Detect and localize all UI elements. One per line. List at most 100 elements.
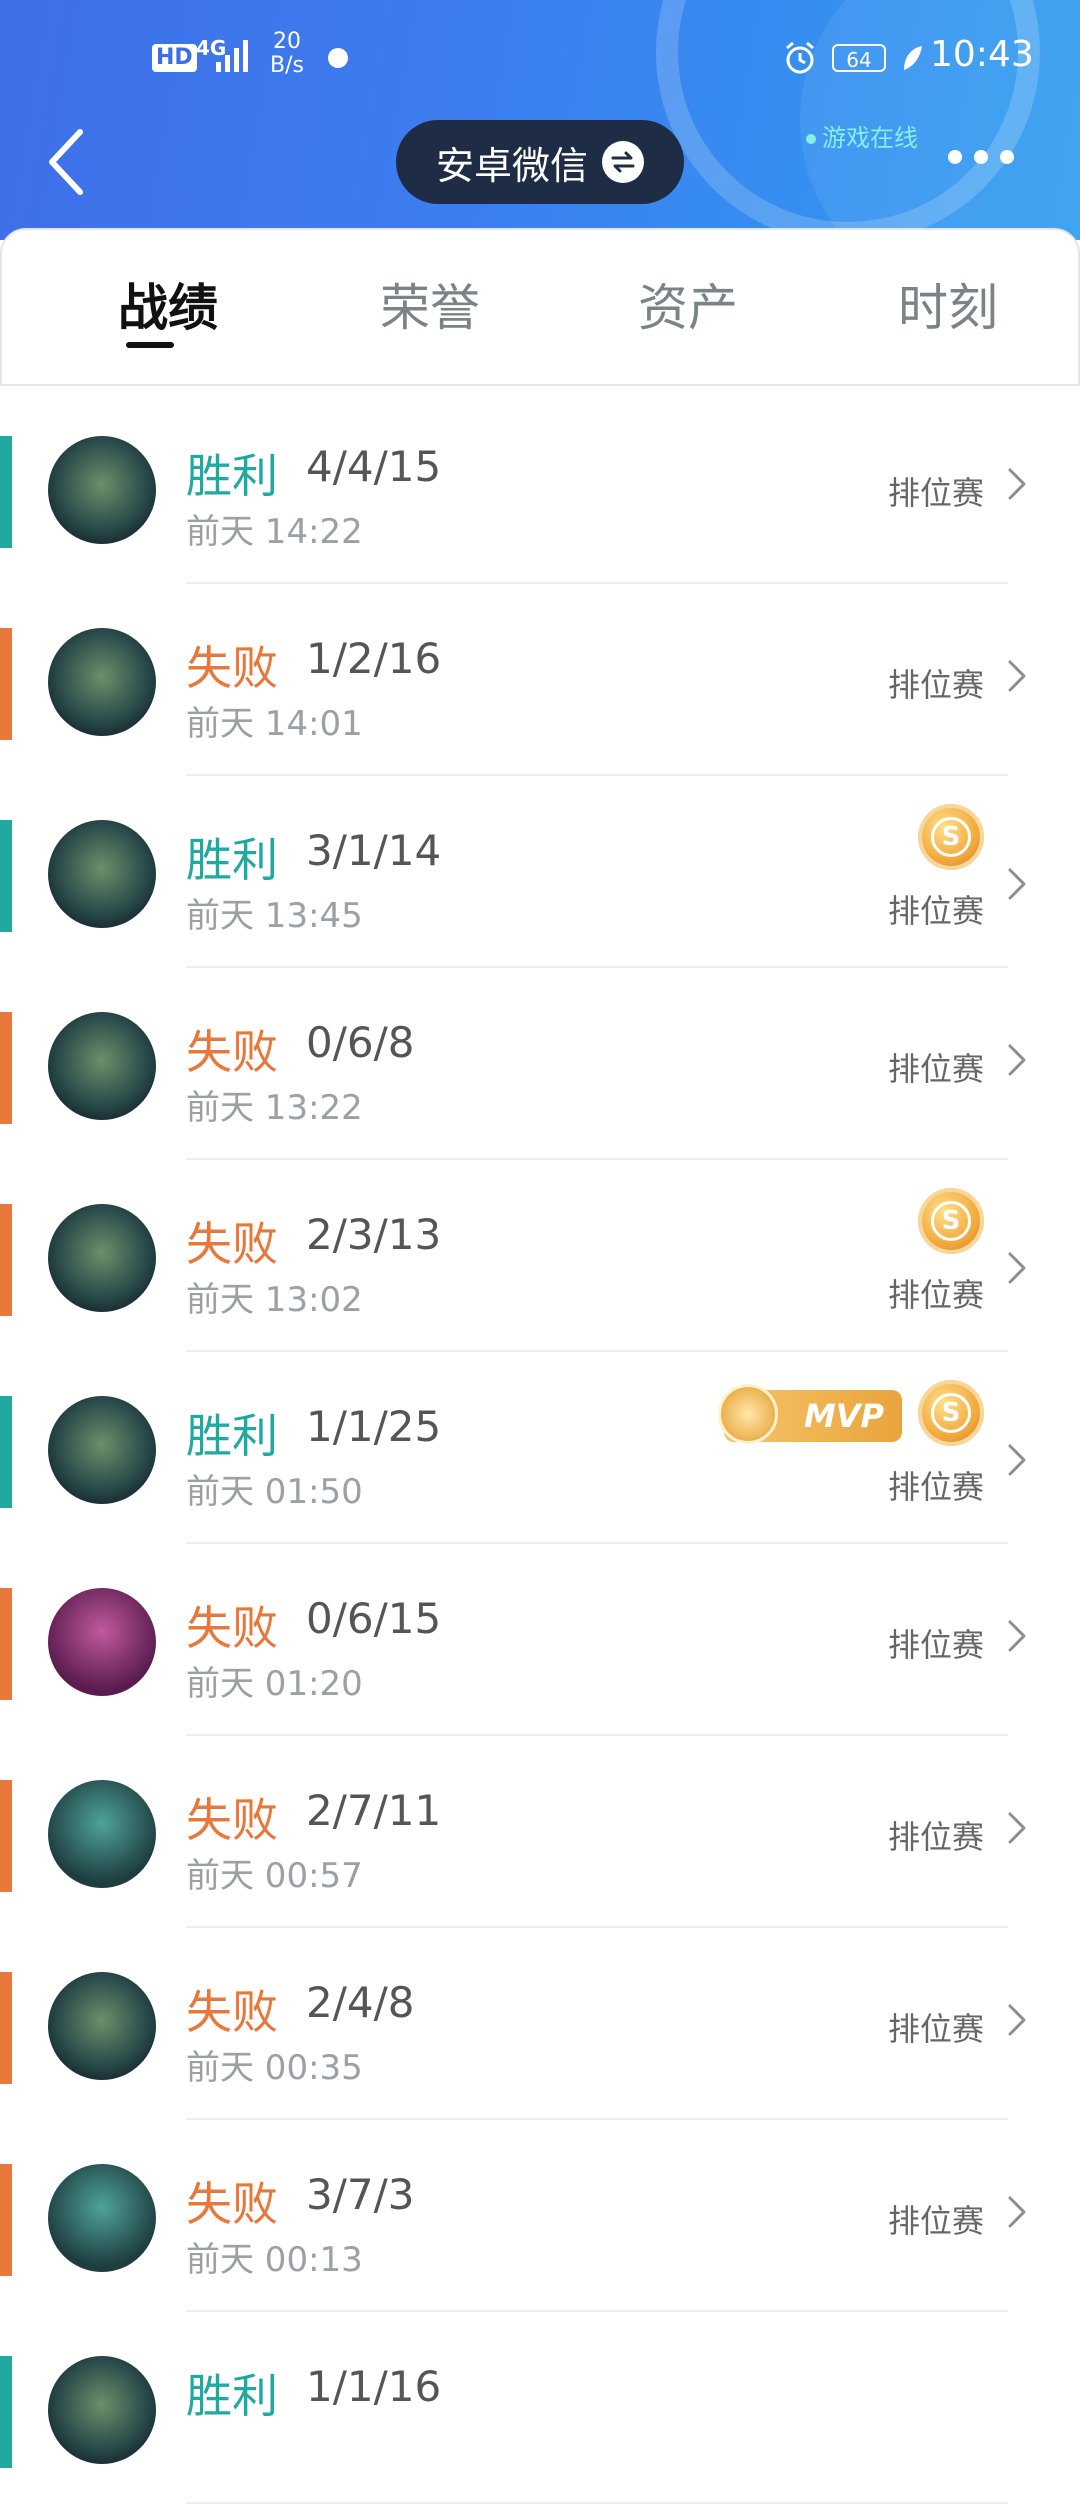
match-kda: 2/4/8	[306, 1978, 415, 2027]
match-mode: 排位赛	[887, 2202, 984, 2240]
s-badge-label: S	[931, 1393, 971, 1433]
match-row[interactable]: 胜利 1/1/25 前天 01:50 S MVP 排位赛	[0, 1352, 1080, 1544]
signal-bars-icon	[216, 40, 248, 72]
tab-assets[interactable]: 资产	[638, 268, 738, 340]
result-color-bar	[0, 1972, 12, 2084]
match-kda: 3/1/14	[306, 826, 442, 875]
match-time: 前天 00:57	[186, 1856, 363, 1896]
match-result: 胜利	[186, 449, 278, 503]
chevron-right-icon	[1006, 1250, 1028, 1286]
match-mode: 排位赛	[887, 666, 984, 704]
match-mode: 排位赛	[887, 1818, 984, 1856]
swap-icon	[602, 141, 644, 183]
match-mode: 排位赛	[887, 892, 984, 930]
result-color-bar	[0, 628, 12, 740]
hero-avatar	[48, 2356, 156, 2464]
match-mode: 排位赛	[887, 1626, 984, 1664]
match-time: 前天 00:13	[186, 2240, 363, 2280]
s-badge-label: S	[931, 1201, 971, 1241]
s-rating-badge-icon: S	[918, 804, 984, 870]
account-name: 安卓微信	[435, 143, 588, 188]
account-switcher[interactable]: 安卓微信	[396, 120, 684, 204]
result-color-bar	[0, 1780, 12, 1892]
match-row[interactable]: 胜利 4/4/15 前天 14:22 排位赛	[0, 392, 1080, 584]
mvp-label: MVP	[803, 1397, 884, 1435]
hero-avatar	[48, 1012, 156, 1120]
match-time: 前天 00:35	[186, 2048, 363, 2088]
chevron-right-icon	[1006, 1042, 1028, 1078]
match-kda: 2/7/11	[306, 1786, 442, 1835]
s-badge-label: S	[931, 817, 971, 857]
match-time: 前天 01:20	[186, 1664, 363, 1704]
match-mode: 排位赛	[887, 1050, 984, 1088]
active-tab-indicator	[126, 342, 174, 348]
hero-avatar	[48, 1780, 156, 1888]
hero-avatar	[48, 1396, 156, 1504]
match-time: 前天 14:01	[186, 704, 363, 744]
match-row[interactable]: 失败 3/7/3 前天 00:13 排位赛	[0, 2120, 1080, 2312]
app-header: HD 4G 20 B/s 64 10:43 安卓微信 游戏在线	[0, 0, 1080, 240]
chevron-right-icon	[1006, 1810, 1028, 1846]
mvp-badge-icon: MVP	[718, 1384, 902, 1444]
match-kda: 1/2/16	[306, 634, 442, 683]
match-result: 失败	[186, 641, 278, 695]
result-color-bar	[0, 1588, 12, 1700]
online-status: 游戏在线	[806, 118, 918, 153]
match-row[interactable]: 失败 2/7/11 前天 00:57 排位赛	[0, 1736, 1080, 1928]
match-row[interactable]: 失败 0/6/15 前天 01:20 排位赛	[0, 1544, 1080, 1736]
match-mode: 排位赛	[887, 1276, 984, 1314]
status-bar: HD 4G 20 B/s 64 10:43	[0, 0, 1080, 120]
s-rating-badge-icon: S	[918, 1188, 984, 1254]
match-time: 前天 13:22	[186, 1088, 363, 1128]
match-row[interactable]: 失败 2/3/13 前天 13:02 S 排位赛	[0, 1160, 1080, 1352]
hero-avatar	[48, 1204, 156, 1312]
result-color-bar	[0, 2164, 12, 2276]
hero-avatar	[48, 2164, 156, 2272]
tab-honor[interactable]: 荣誉	[380, 268, 480, 340]
result-color-bar	[0, 820, 12, 932]
result-color-bar	[0, 2356, 12, 2468]
net-speed-unit: B/s	[270, 53, 304, 78]
online-status-label: 游戏在线	[822, 124, 918, 152]
match-row[interactable]: 胜利 1/1/16	[0, 2312, 1080, 2504]
match-kda: 2/3/13	[306, 1210, 442, 1259]
hero-avatar	[48, 1588, 156, 1696]
hero-avatar	[48, 436, 156, 544]
match-mode: 排位赛	[887, 2010, 984, 2048]
match-time: 前天 13:45	[186, 896, 363, 936]
more-options-icon[interactable]	[948, 150, 1014, 170]
leaf-icon	[904, 46, 922, 70]
alarm-icon	[786, 41, 814, 74]
match-kda: 3/7/3	[306, 2170, 415, 2219]
hd-indicator: HD	[152, 44, 197, 72]
result-color-bar	[0, 1396, 12, 1508]
match-result: 失败	[186, 1025, 278, 1079]
match-mode: 排位赛	[887, 1468, 984, 1506]
tab-moments[interactable]: 时刻	[898, 268, 998, 340]
match-row[interactable]: 失败 2/4/8 前天 00:35 排位赛	[0, 1928, 1080, 2120]
match-row[interactable]: 失败 1/2/16 前天 14:01 排位赛	[0, 584, 1080, 776]
match-result: 胜利	[186, 2369, 278, 2423]
chevron-right-icon	[1006, 2002, 1028, 2038]
tab-bar: 战绩 荣誉 资产 时刻	[0, 228, 1080, 386]
result-color-bar	[0, 436, 12, 548]
back-arrow-icon[interactable]	[40, 124, 90, 200]
result-color-bar	[0, 1204, 12, 1316]
hero-avatar	[48, 820, 156, 928]
match-kda: 1/1/25	[306, 1402, 442, 1451]
online-dot-icon	[806, 134, 816, 144]
match-result: 失败	[186, 1601, 278, 1655]
net-speed: 20 B/s	[270, 30, 304, 78]
notification-dot	[328, 48, 348, 68]
battery-indicator: 64	[832, 44, 886, 72]
hero-avatar	[48, 1972, 156, 2080]
chevron-right-icon	[1006, 2194, 1028, 2230]
match-kda: 4/4/15	[306, 442, 442, 491]
tab-record[interactable]: 战绩	[118, 268, 218, 340]
match-time: 前天 01:50	[186, 1472, 363, 1512]
match-row[interactable]: 失败 0/6/8 前天 13:22 排位赛	[0, 968, 1080, 1160]
clock: 10:43	[930, 34, 1034, 75]
match-result: 胜利	[186, 833, 278, 887]
chevron-right-icon	[1006, 866, 1028, 902]
match-row[interactable]: 胜利 3/1/14 前天 13:45 S 排位赛	[0, 776, 1080, 968]
